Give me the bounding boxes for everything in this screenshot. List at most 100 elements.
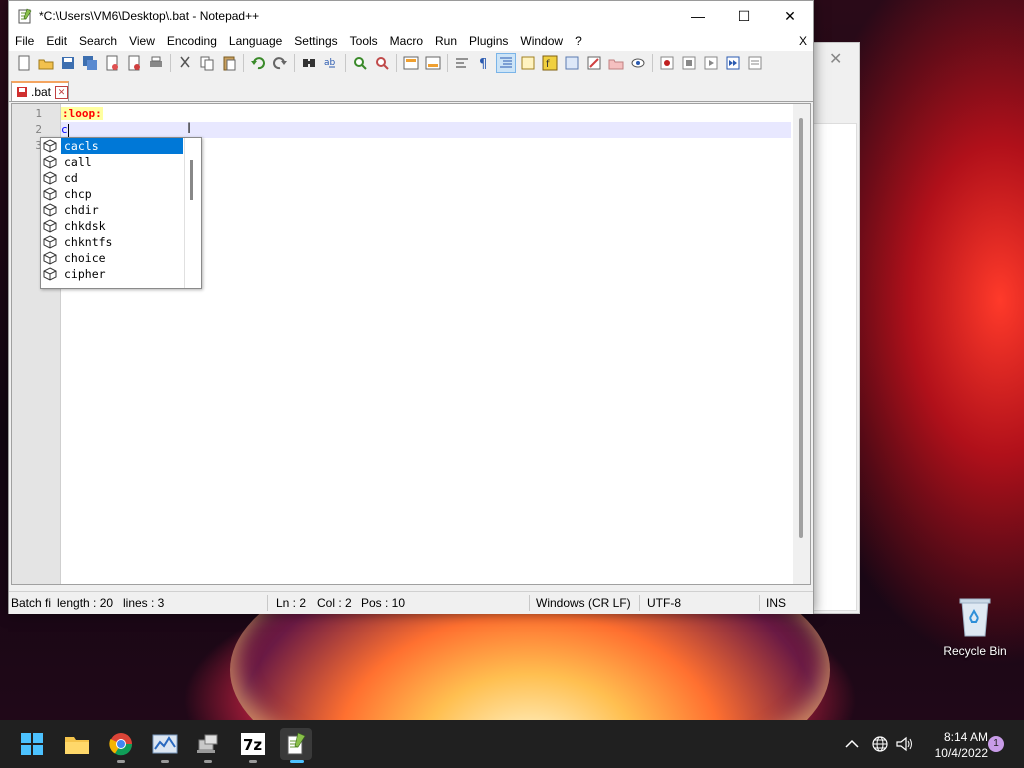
- find-icon[interactable]: [300, 54, 318, 72]
- menu-language[interactable]: Language: [223, 31, 288, 51]
- redo-icon[interactable]: [271, 54, 289, 72]
- autocomplete-item[interactable]: chkntfs: [41, 234, 201, 250]
- save-icon[interactable]: [59, 54, 77, 72]
- chevron-up-icon[interactable]: [842, 734, 862, 754]
- autocomplete-scrollbar[interactable]: [184, 138, 201, 288]
- close-button[interactable]: ✕: [767, 1, 813, 31]
- menu-settings[interactable]: Settings: [288, 31, 343, 51]
- menu-view[interactable]: View: [123, 31, 161, 51]
- copy-icon[interactable]: [198, 54, 216, 72]
- recycle-bin-icon: [958, 596, 992, 638]
- line-number: 1: [35, 107, 42, 120]
- sync-vertical-icon[interactable]: [402, 54, 420, 72]
- toolbar-separator: [396, 54, 397, 72]
- menu-edit[interactable]: Edit: [40, 31, 73, 51]
- status-encoding[interactable]: UTF-8: [647, 592, 681, 614]
- menu-file[interactable]: File: [9, 31, 40, 51]
- cut-icon[interactable]: [176, 54, 194, 72]
- zoom-in-icon[interactable]: [351, 54, 369, 72]
- autocomplete-item-label: cd: [64, 171, 78, 185]
- taskbar-clock[interactable]: 8:14 AM 10/4/2022: [926, 729, 988, 761]
- autocomplete-popup[interactable]: cacls call cd chcp chdir chkdsk chkntfs …: [40, 137, 202, 289]
- background-window[interactable]: ✕: [808, 42, 860, 614]
- recycle-bin[interactable]: Recycle Bin: [936, 596, 1014, 658]
- menu-run[interactable]: Run: [429, 31, 463, 51]
- autocomplete-item-label: chkdsk: [64, 219, 106, 233]
- autocomplete-item[interactable]: cipher: [41, 266, 201, 282]
- speaker-icon[interactable]: [894, 734, 914, 754]
- start-button[interactable]: [16, 728, 48, 760]
- typed-text: c: [61, 123, 68, 136]
- new-file-icon[interactable]: [15, 54, 33, 72]
- taskbar-chrome[interactable]: [105, 728, 137, 763]
- taskbar-file-explorer[interactable]: [61, 728, 93, 760]
- run-macro-multiple-icon[interactable]: [724, 54, 742, 72]
- minimize-button[interactable]: —: [675, 1, 721, 31]
- monitoring-icon[interactable]: [585, 54, 603, 72]
- line-number: 2: [35, 123, 42, 136]
- notification-badge[interactable]: 1: [988, 736, 1004, 752]
- notepadpp-window: *C:\Users\VM6\Desktop\.bat - Notepad++ —…: [8, 0, 814, 614]
- cube-icon: [43, 139, 57, 153]
- show-all-characters-icon[interactable]: ¶: [475, 54, 493, 72]
- autocomplete-item[interactable]: cd: [41, 170, 201, 186]
- status-eol-format[interactable]: Windows (CR LF): [536, 592, 631, 614]
- tab-close-icon[interactable]: ✕: [55, 85, 69, 99]
- autocomplete-item[interactable]: choice: [41, 250, 201, 266]
- taskbar-network-app[interactable]: [192, 728, 224, 763]
- function-list-icon[interactable]: f: [541, 54, 559, 72]
- menu-window[interactable]: Window: [514, 31, 569, 51]
- play-macro-icon[interactable]: [702, 54, 720, 72]
- menu-plugins[interactable]: Plugins: [463, 31, 514, 51]
- autocomplete-item-label: choice: [64, 251, 106, 265]
- folder-icon[interactable]: [607, 54, 625, 72]
- menu-help[interactable]: ?: [569, 31, 588, 51]
- text-caret: [67, 123, 69, 137]
- autocomplete-scrollbar-thumb[interactable]: [190, 160, 193, 200]
- replace-icon[interactable]: ab: [322, 54, 340, 72]
- autocomplete-item[interactable]: chkdsk: [41, 218, 201, 234]
- autocomplete-item[interactable]: chcp: [41, 186, 201, 202]
- globe-icon[interactable]: [870, 734, 890, 754]
- undo-icon[interactable]: [249, 54, 267, 72]
- word-wrap-icon[interactable]: [453, 54, 471, 72]
- save-all-icon[interactable]: [81, 54, 99, 72]
- close-document-button[interactable]: X: [799, 31, 807, 51]
- autocomplete-item[interactable]: cacls: [41, 138, 201, 154]
- vertical-scrollbar[interactable]: [793, 104, 810, 584]
- autocomplete-item[interactable]: chdir: [41, 202, 201, 218]
- taskbar-7zip[interactable]: 7z: [237, 728, 269, 763]
- print-icon[interactable]: [147, 54, 165, 72]
- taskbar-task-manager[interactable]: [149, 728, 181, 763]
- menu-encoding[interactable]: Encoding: [161, 31, 223, 51]
- background-window-close-icon[interactable]: ✕: [829, 49, 842, 69]
- menu-search[interactable]: Search: [73, 31, 123, 51]
- network-app-icon: [197, 734, 218, 753]
- save-macro-icon[interactable]: [746, 54, 764, 72]
- zoom-out-icon[interactable]: [373, 54, 391, 72]
- menu-tools[interactable]: Tools: [344, 31, 384, 51]
- toolbar-separator: [294, 54, 295, 72]
- eye-icon[interactable]: [629, 54, 647, 72]
- folder-workspace-icon[interactable]: [563, 54, 581, 72]
- code-line-2: c: [61, 122, 791, 138]
- unsaved-file-icon: [17, 87, 27, 97]
- maximize-button[interactable]: ☐: [721, 1, 767, 31]
- close-all-icon[interactable]: [125, 54, 143, 72]
- stop-macro-icon[interactable]: [680, 54, 698, 72]
- autocomplete-item[interactable]: call: [41, 154, 201, 170]
- tab-bat-file[interactable]: .bat ✕: [11, 81, 69, 101]
- indent-guide-icon[interactable]: [496, 53, 516, 73]
- close-file-icon[interactable]: [103, 54, 121, 72]
- sync-horizontal-icon[interactable]: [424, 54, 442, 72]
- record-macro-icon[interactable]: [658, 54, 676, 72]
- title-bar[interactable]: *C:\Users\VM6\Desktop\.bat - Notepad++ —…: [9, 1, 813, 31]
- toolbar-separator: [652, 54, 653, 72]
- menu-macro[interactable]: Macro: [384, 31, 429, 51]
- status-insert-mode[interactable]: INS: [766, 592, 786, 614]
- scrollbar-thumb[interactable]: [799, 118, 803, 538]
- open-file-icon[interactable]: [37, 54, 55, 72]
- doc-map-icon[interactable]: [519, 54, 537, 72]
- paste-icon[interactable]: [220, 54, 238, 72]
- taskbar-notepadpp[interactable]: [280, 728, 312, 763]
